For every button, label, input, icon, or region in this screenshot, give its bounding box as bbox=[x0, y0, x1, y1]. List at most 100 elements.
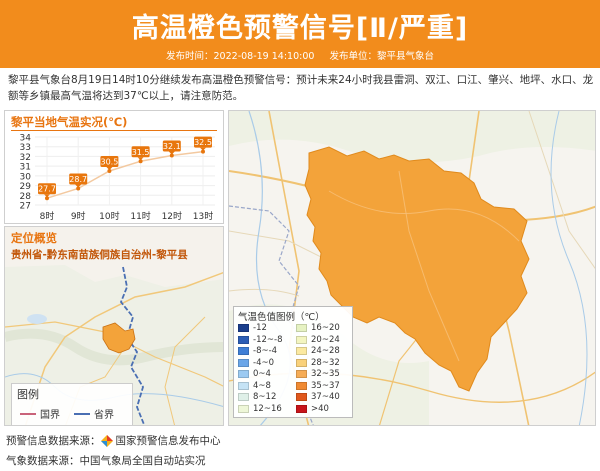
map-legend-title: 图例 bbox=[17, 388, 39, 401]
map-legend: 图例 国界 省界 bbox=[11, 383, 133, 425]
y-tick-label: 29 bbox=[20, 182, 32, 192]
temperature-legend-label: 16~20 bbox=[311, 323, 340, 333]
x-tick-label: 13时 bbox=[193, 210, 213, 222]
temperature-legend-swatch bbox=[238, 404, 249, 413]
temperature-legend-swatch bbox=[296, 324, 307, 332]
temperature-legend-item: -12 bbox=[238, 323, 267, 333]
province-border-label: 省界 bbox=[94, 410, 114, 421]
temperature-legend-swatch bbox=[296, 404, 307, 413]
warning-source-label: 预警信息数据来源： bbox=[6, 435, 101, 447]
weather-source-row: 气象数据来源： 中国气象局全国自动站实况 bbox=[6, 453, 206, 468]
temperature-legend-item: >40 bbox=[296, 404, 329, 414]
temperature-legend-label: 12~16 bbox=[253, 403, 282, 414]
x-tick-label: 10时 bbox=[99, 210, 119, 222]
header-banner: 高温橙色预警信号[Ⅱ/严重] 发布时间：2022-08-19 14:10:00 … bbox=[0, 0, 600, 68]
temperature-legend-label: -12 bbox=[253, 323, 267, 333]
temperature-legend-swatch bbox=[238, 381, 249, 390]
temperature-legend-label: 35~37 bbox=[311, 380, 340, 391]
temperature-color-legend: 气温色值图例（℃） -12 16~20 -12~-8 20~24 -8~-4 24~28 -… bbox=[233, 306, 353, 418]
region-path: 贵州省-黔东南苗族侗族自治州-黎平县 bbox=[11, 249, 188, 261]
temperature-legend-title: 气温色值图例（℃） bbox=[238, 312, 325, 323]
publisher: 发布单位：黎平县气象台 bbox=[329, 51, 434, 62]
temperature-legend-label: 32~35 bbox=[311, 369, 340, 379]
x-tick-label: 8时 bbox=[40, 210, 55, 222]
y-tick-label: 30 bbox=[20, 172, 32, 182]
data-label-pointer bbox=[168, 151, 175, 155]
temperature-legend-label: 28~32 bbox=[311, 357, 340, 368]
temperature-legend-item: 8~12 bbox=[238, 392, 276, 402]
weather-source-value: 中国气象局全国自动站实况 bbox=[79, 455, 206, 467]
data-label: 30.5 bbox=[100, 158, 118, 167]
temperature-legend-swatch bbox=[296, 335, 307, 344]
data-label: 27.7 bbox=[38, 185, 56, 194]
weather-source-label: 气象数据来源： bbox=[6, 455, 80, 467]
y-tick-label: 27 bbox=[20, 202, 31, 212]
temperature-legend-item: 16~20 bbox=[296, 323, 340, 333]
data-label: 32.5 bbox=[194, 138, 212, 147]
warning-description: 黎平县气象台8月19日14时10分继续发布高温橙色预警信号：预计未来24小时我县… bbox=[8, 74, 594, 102]
temperature-legend-label: 37~40 bbox=[311, 392, 340, 402]
location-title: 定位概览 bbox=[11, 231, 57, 245]
data-label: 31.5 bbox=[132, 148, 150, 157]
temperature-legend-label: 8~12 bbox=[253, 392, 277, 402]
data-label-pointer bbox=[106, 167, 113, 170]
data-label-pointer bbox=[137, 157, 144, 161]
y-tick-label: 32 bbox=[20, 153, 31, 163]
temperature-legend-swatch bbox=[238, 335, 249, 344]
temperature-legend-item: 28~32 bbox=[296, 358, 340, 368]
temperature-legend-item: -4~0 bbox=[238, 358, 274, 368]
data-label-pointer bbox=[200, 147, 206, 151]
temperature-legend-label: -8~-4 bbox=[253, 346, 278, 356]
temperature-legend-swatch bbox=[296, 347, 307, 355]
header-meta: 发布时间：2022-08-19 14:10:00 发布单位：黎平县气象台 bbox=[0, 48, 600, 62]
nmc-logo-icon bbox=[100, 434, 113, 447]
x-tick-label: 12时 bbox=[162, 210, 182, 222]
province-border-swatch bbox=[74, 412, 90, 415]
x-tick-label: 9时 bbox=[71, 210, 86, 222]
temperature-legend-swatch bbox=[238, 347, 249, 355]
x-tick-label: 11时 bbox=[130, 210, 150, 222]
location-overview-panel: 定位概览 贵州省-黔东南苗族侗族自治州-黎平县 图例 国界 省界 bbox=[4, 226, 224, 426]
temperature-legend-swatch bbox=[296, 381, 307, 390]
y-tick-label: 33 bbox=[20, 143, 31, 153]
y-tick-label: 31 bbox=[20, 163, 31, 173]
publish-time: 发布时间：2022-08-19 14:10:00 bbox=[166, 51, 315, 62]
legend-province-border: 省界 bbox=[74, 406, 114, 421]
y-tick-label: 34 bbox=[20, 134, 32, 144]
main-map-panel[interactable]: 气温色值图例（℃） -12 16~20 -12~-8 20~24 -8~-4 24~28 -… bbox=[228, 110, 596, 426]
temperature-legend-swatch bbox=[238, 324, 249, 332]
warning-source-row: 预警信息数据来源： 国家预警信息发布中心 bbox=[6, 433, 221, 448]
temperature-legend-item: 12~16 bbox=[238, 404, 282, 414]
temperature-legend-item: 4~8 bbox=[238, 381, 271, 391]
temperature-chart-panel: 黎平当地气温实况(℃) 27 28 29 30 31 32 33 34 8时 9时 10时 11时 12… bbox=[4, 110, 224, 224]
temperature-legend-label: 24~28 bbox=[311, 346, 340, 356]
warning-source-value: 国家预警信息发布中心 bbox=[115, 435, 221, 447]
temperature-legend-swatch bbox=[296, 358, 307, 367]
temperature-legend-item: 32~35 bbox=[296, 369, 340, 379]
temperature-legend-item: 37~40 bbox=[296, 392, 340, 402]
page-title: 高温橙色预警信号[Ⅱ/严重] bbox=[131, 13, 469, 44]
temperature-legend-label: 0~4 bbox=[253, 369, 271, 379]
temperature-legend-item: 24~28 bbox=[296, 346, 340, 356]
temperature-legend-label: 4~8 bbox=[253, 380, 271, 391]
y-tick-label: 28 bbox=[20, 192, 32, 202]
temperature-legend-item: 35~37 bbox=[296, 381, 340, 391]
temperature-legend-label: -4~0 bbox=[253, 357, 275, 368]
temperature-legend-label: 20~24 bbox=[311, 334, 340, 345]
temperature-legend-swatch bbox=[238, 393, 249, 401]
data-label: 32.1 bbox=[163, 142, 181, 151]
temperature-legend-swatch bbox=[238, 358, 249, 367]
temperature-legend-swatch bbox=[238, 370, 249, 378]
temperature-legend-item: -12~-8 bbox=[238, 335, 282, 345]
temperature-legend-label: >40 bbox=[311, 403, 329, 414]
data-label: 28.7 bbox=[69, 175, 87, 184]
temperature-legend-item: 20~24 bbox=[296, 335, 340, 345]
temperature-legend-item: -8~-4 bbox=[238, 346, 277, 356]
temperature-legend-item: 0~4 bbox=[238, 369, 271, 379]
temperature-legend-swatch bbox=[296, 393, 307, 401]
national-border-label: 国界 bbox=[40, 410, 60, 421]
national-border-swatch bbox=[20, 412, 36, 415]
legend-national-border: 国界 bbox=[20, 406, 60, 421]
temperature-legend-label: -12~-8 bbox=[253, 334, 283, 345]
temperature-legend-swatch bbox=[296, 370, 307, 378]
